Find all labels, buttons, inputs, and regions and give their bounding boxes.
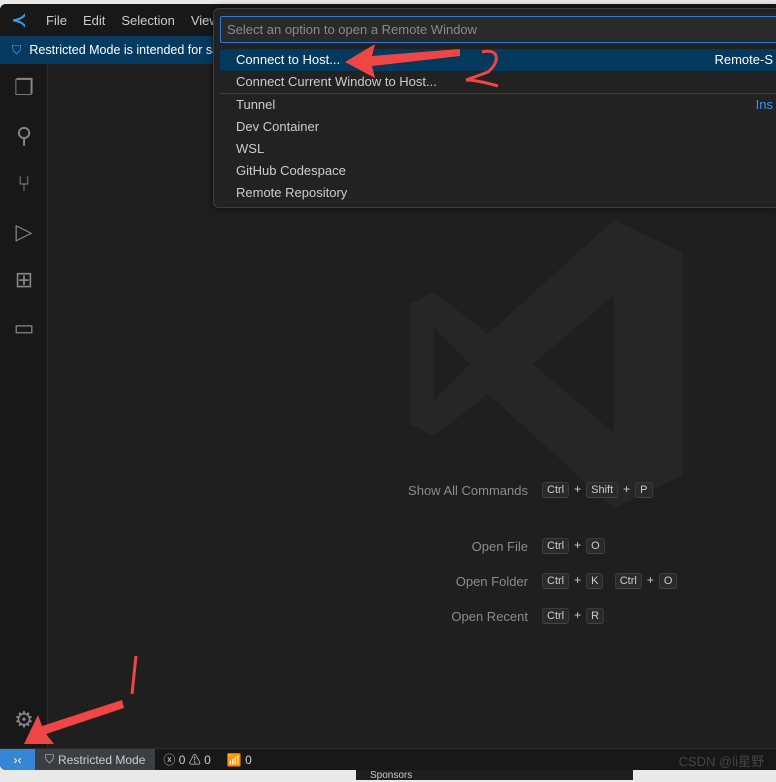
option-dev-container[interactable]: Dev Container — [220, 116, 776, 138]
remote-quick-pick: Select an option to open a Remote Window… — [213, 8, 776, 208]
shield-icon: ⛉ — [45, 752, 55, 766]
option-connect-current-window[interactable]: Connect Current Window to Host... — [220, 71, 776, 93]
explorer-icon[interactable]: ❐ — [0, 64, 48, 112]
menu-edit[interactable]: Edit — [75, 13, 113, 28]
remote-icon: ›‹ — [13, 752, 22, 767]
option-github-codespace[interactable]: GitHub Codespace — [220, 160, 776, 182]
broadcast-icon: 📶 — [226, 752, 242, 767]
problems-status[interactable]: ⓧ 0 ⚠ 0 — [155, 751, 218, 768]
restricted-mode-status[interactable]: ⛉ Restricted Mode — [35, 748, 156, 770]
run-debug-icon[interactable]: ▷ — [0, 208, 48, 256]
menu-selection[interactable]: Selection — [113, 13, 182, 28]
search-icon[interactable]: ⚲ — [0, 112, 48, 160]
extensions-icon[interactable]: ⊞ — [0, 256, 48, 304]
remote-explorer-icon[interactable]: ▭ — [0, 304, 48, 352]
shortcut-open-recent: Open Recent Ctrl + R — [408, 608, 606, 626]
status-bar: ›‹ ⛉ Restricted Mode ⓧ 0 ⚠ 0 📶 0 — [0, 748, 776, 770]
shortcut-show-all-commands: Show All Commands Ctrl + Shift + P — [408, 482, 655, 500]
option-wsl[interactable]: WSL — [220, 138, 776, 160]
warning-icon: ⚠ — [188, 753, 201, 767]
ports-status[interactable]: 📶 0 — [219, 753, 260, 767]
background-sponsors: Sponsors — [356, 770, 633, 781]
shield-icon: ⛉ — [12, 42, 22, 57]
option-tunnel[interactable]: Tunnel Ins — [220, 94, 776, 116]
banner-text: Restricted Mode is intended for sa — [29, 43, 220, 57]
option-connect-to-host[interactable]: Connect to Host... Remote-S — [220, 49, 776, 71]
gear-icon[interactable]: ⚙ — [0, 696, 48, 744]
option-remote-repository[interactable]: Remote Repository — [220, 182, 776, 204]
shortcut-open-file: Open File Ctrl + O — [408, 538, 607, 556]
remote-indicator-button[interactable]: ›‹ — [0, 748, 35, 770]
quick-pick-input[interactable]: Select an option to open a Remote Window — [220, 16, 776, 43]
vscode-logo-icon: ≺ — [11, 9, 27, 30]
menu-file[interactable]: File — [38, 13, 75, 28]
vscode-watermark-icon — [410, 220, 683, 508]
watermark: CSDN @li星野 — [678, 754, 764, 769]
source-control-icon[interactable]: ⑂ — [0, 160, 48, 208]
error-icon: ⓧ — [163, 753, 176, 767]
shortcut-open-folder: Open Folder Ctrl + K Ctrl + O — [408, 573, 679, 591]
activity-bar: ❐ ⚲ ⑂ ▷ ⊞ ▭ ⚙ — [0, 64, 48, 748]
